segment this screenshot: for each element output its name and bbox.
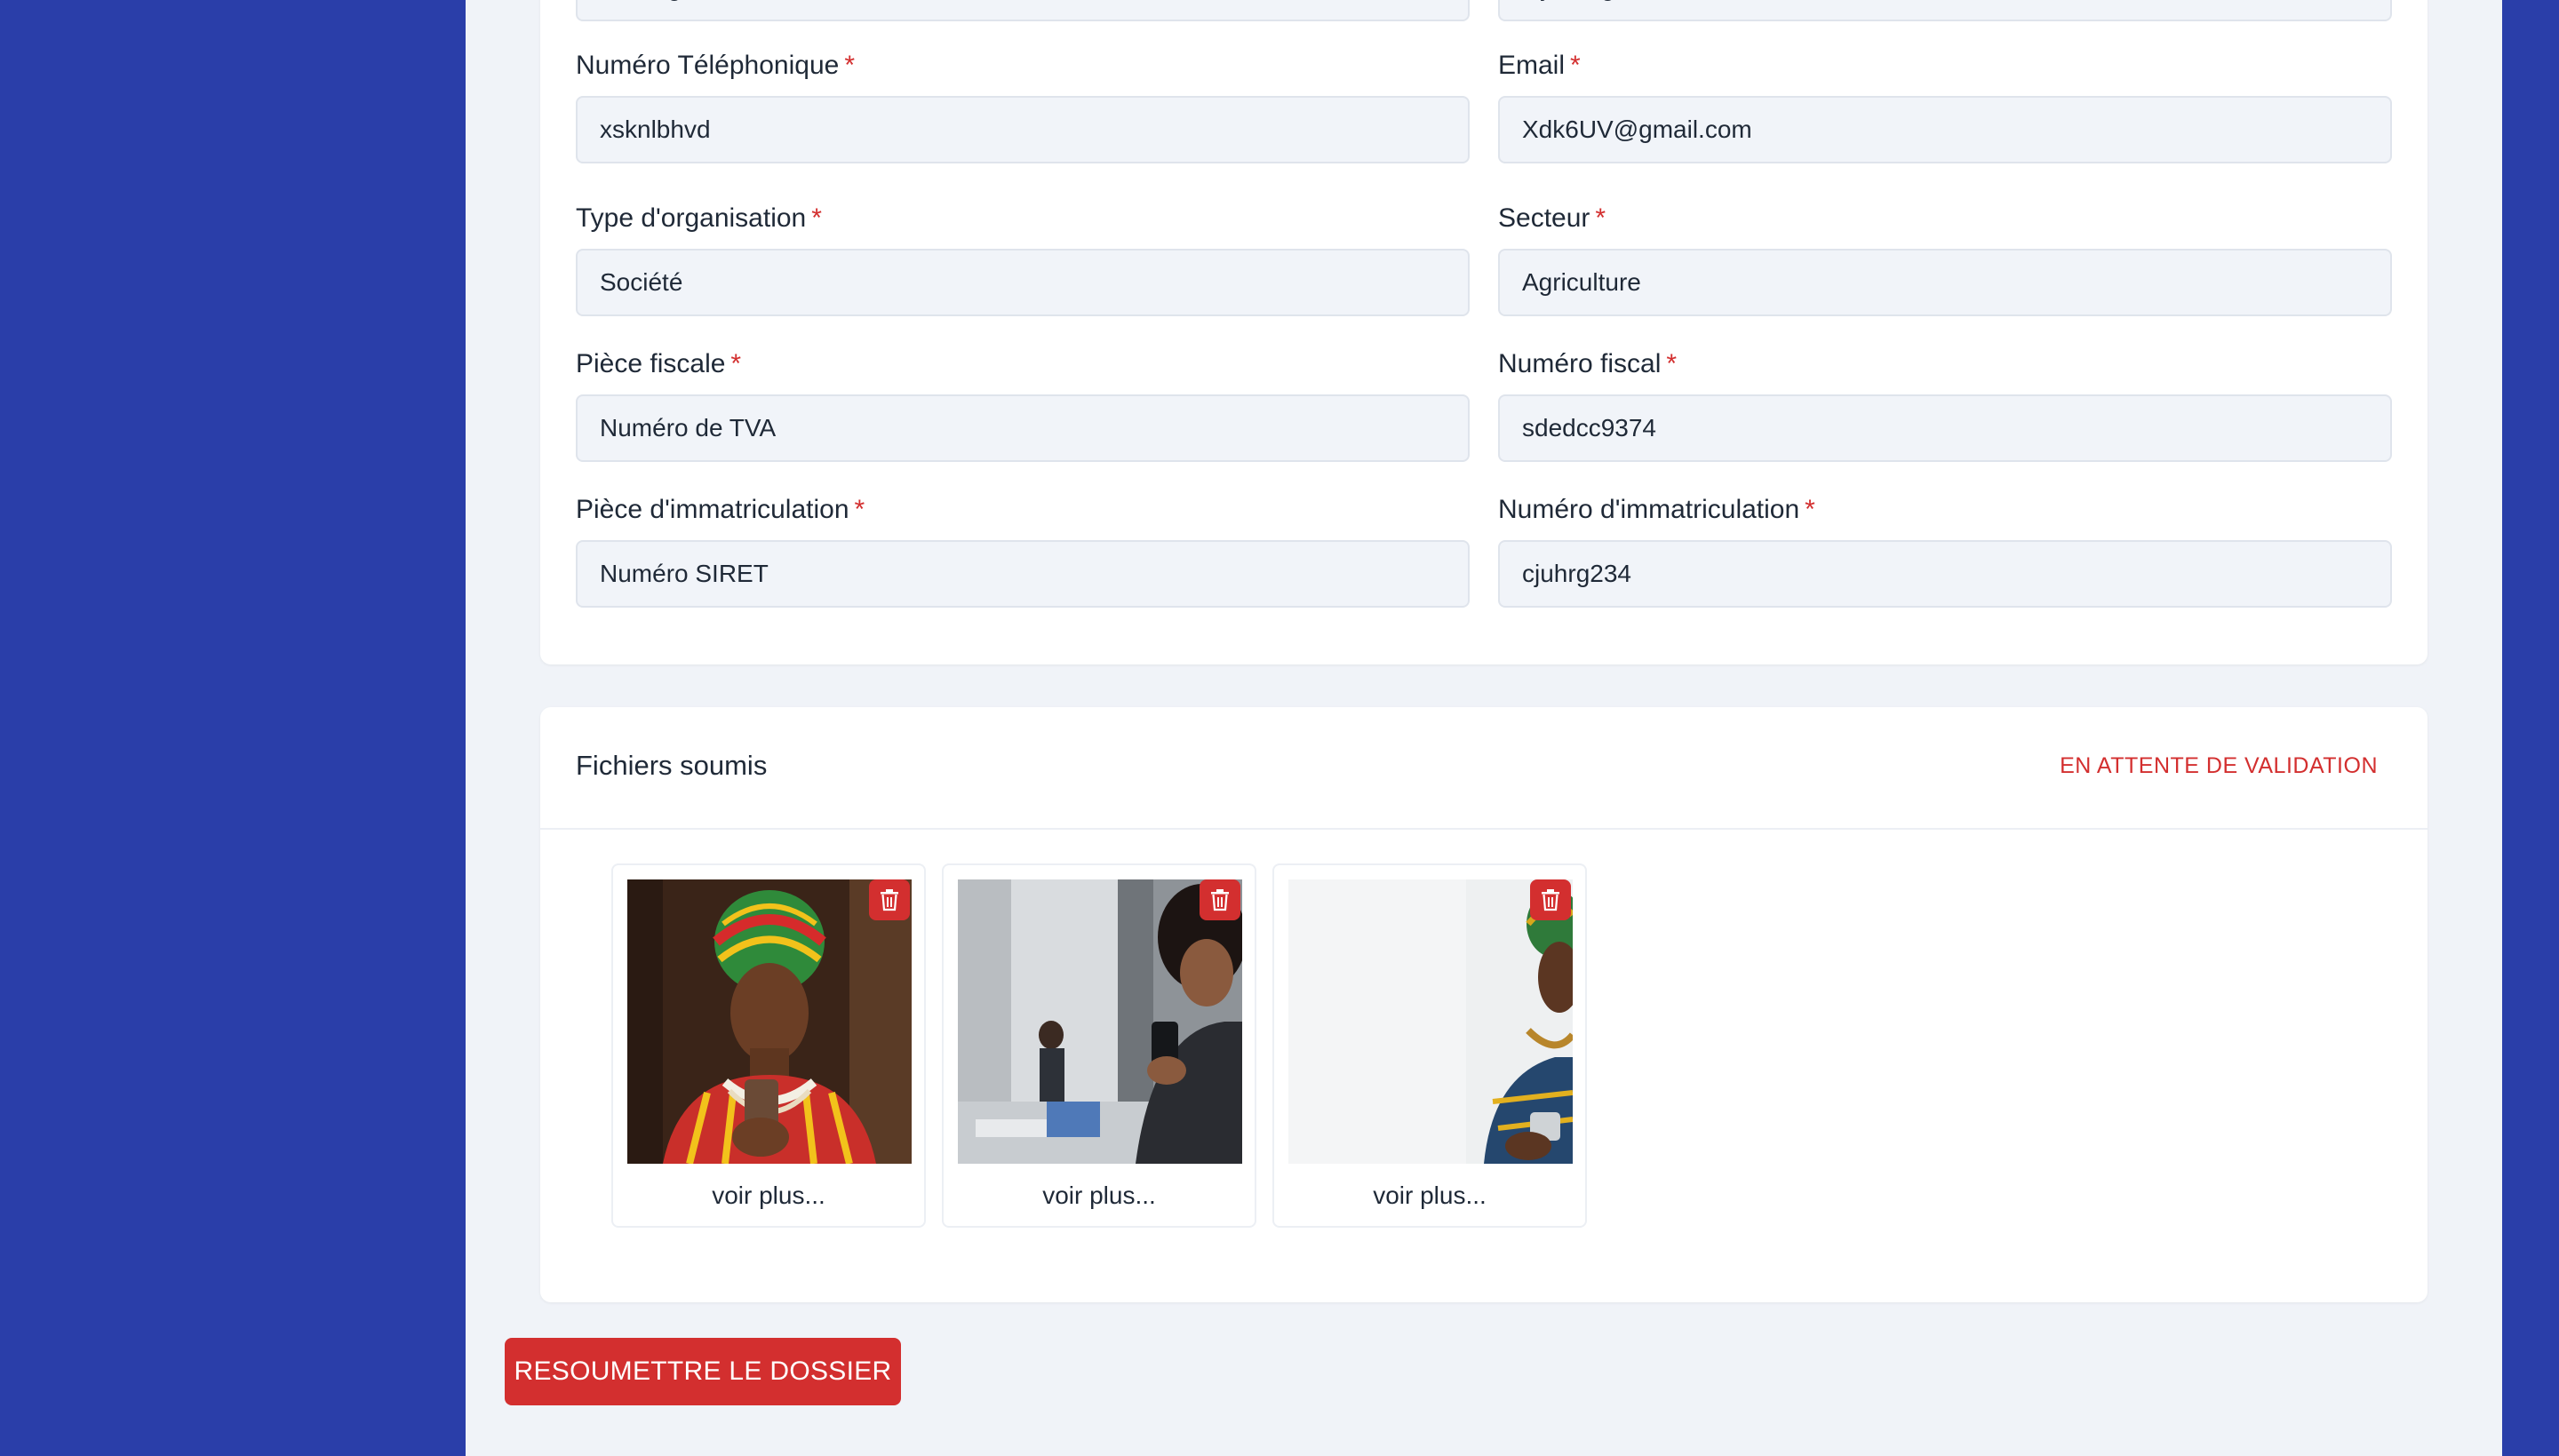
reg-doc-field: Pièce d'immatriculation * Numéro SIRET <box>576 492 1470 608</box>
tax-number-input[interactable]: sdedcc9374 <box>1498 394 2392 462</box>
org-type-field: Type d'organisation * Société <box>576 201 1470 316</box>
top-right-input-value: eljnkbhg <box>1522 0 1614 1</box>
reg-number-input[interactable]: cjuhrg234 <box>1498 540 2392 608</box>
main-content: nkdhbgv eljnkbhg Numéro Téléphonique* xs… <box>466 0 2502 1456</box>
delete-file-1-button[interactable] <box>869 879 910 920</box>
reg-number-field: Numéro d'immatriculation * cjuhrg234 <box>1498 492 2392 608</box>
file-image-3[interactable] <box>1288 879 1573 1164</box>
file-caption-2[interactable]: voir plus... <box>944 1182 1255 1210</box>
file-thumbnail-2[interactable]: voir plus... <box>942 863 1256 1228</box>
phone-input[interactable]: xsknlbhvd <box>576 96 1470 163</box>
trash-icon <box>1211 889 1229 911</box>
top-left-input[interactable]: nkdhbgv <box>576 0 1470 21</box>
org-type-label: Type d'organisation * <box>576 203 822 233</box>
sector-select[interactable]: Agriculture <box>1498 249 2392 316</box>
tax-doc-select[interactable]: Numéro de TVA <box>576 394 1470 462</box>
top-right-input[interactable]: eljnkbhg <box>1498 0 2392 21</box>
email-label: Email * <box>1498 51 1581 80</box>
file-image-2[interactable] <box>958 879 1242 1164</box>
tax-number-label: Numéro fiscal * <box>1498 349 1678 378</box>
trash-icon <box>881 889 898 911</box>
files-header: Fichiers soumis EN ATTENTE DE VALIDATION <box>540 707 2427 830</box>
file-caption-3[interactable]: voir plus... <box>1274 1182 1585 1210</box>
email-field: Email * Xdk6UV@gmail.com <box>1498 48 2392 163</box>
resubmit-button[interactable]: RESOUMETTRE LE DOSSIER <box>505 1338 901 1405</box>
organisation-form-card: nkdhbgv eljnkbhg Numéro Téléphonique* xs… <box>540 0 2427 664</box>
delete-file-2-button[interactable] <box>1200 879 1240 920</box>
phone-label: Numéro Téléphonique * <box>576 51 855 80</box>
reg-doc-select[interactable]: Numéro SIRET <box>576 540 1470 608</box>
tax-doc-label: Pièce fiscale * <box>576 349 742 378</box>
tax-doc-field: Pièce fiscale * Numéro de TVA <box>576 346 1470 462</box>
file-thumbnail-3[interactable]: voir plus... <box>1272 863 1587 1228</box>
file-image-1[interactable] <box>627 879 912 1164</box>
sector-field: Secteur * Agriculture <box>1498 201 2392 316</box>
reg-doc-label: Pièce d'immatriculation * <box>576 495 865 524</box>
sector-label: Secteur * <box>1498 203 1606 233</box>
top-left-input-value: nkdhbgv <box>600 0 694 1</box>
file-thumbnail-1[interactable]: voir plus... <box>611 863 926 1228</box>
file-caption-1[interactable]: voir plus... <box>613 1182 924 1210</box>
org-type-select[interactable]: Société <box>576 249 1470 316</box>
tax-number-field: Numéro fiscal * sdedcc9374 <box>1498 346 2392 462</box>
phone-field: Numéro Téléphonique * xsknlbhvd <box>576 48 1470 163</box>
trash-icon <box>1542 889 1559 911</box>
files-title: Fichiers soumis <box>576 750 768 781</box>
delete-file-3-button[interactable] <box>1530 879 1571 920</box>
submitted-files-card: Fichiers soumis EN ATTENTE DE VALIDATION <box>540 707 2427 1302</box>
reg-number-label: Numéro d'immatriculation * <box>1498 495 1815 524</box>
status-badge: EN ATTENTE DE VALIDATION <box>2060 753 2378 778</box>
email-input[interactable]: Xdk6UV@gmail.com <box>1498 96 2392 163</box>
